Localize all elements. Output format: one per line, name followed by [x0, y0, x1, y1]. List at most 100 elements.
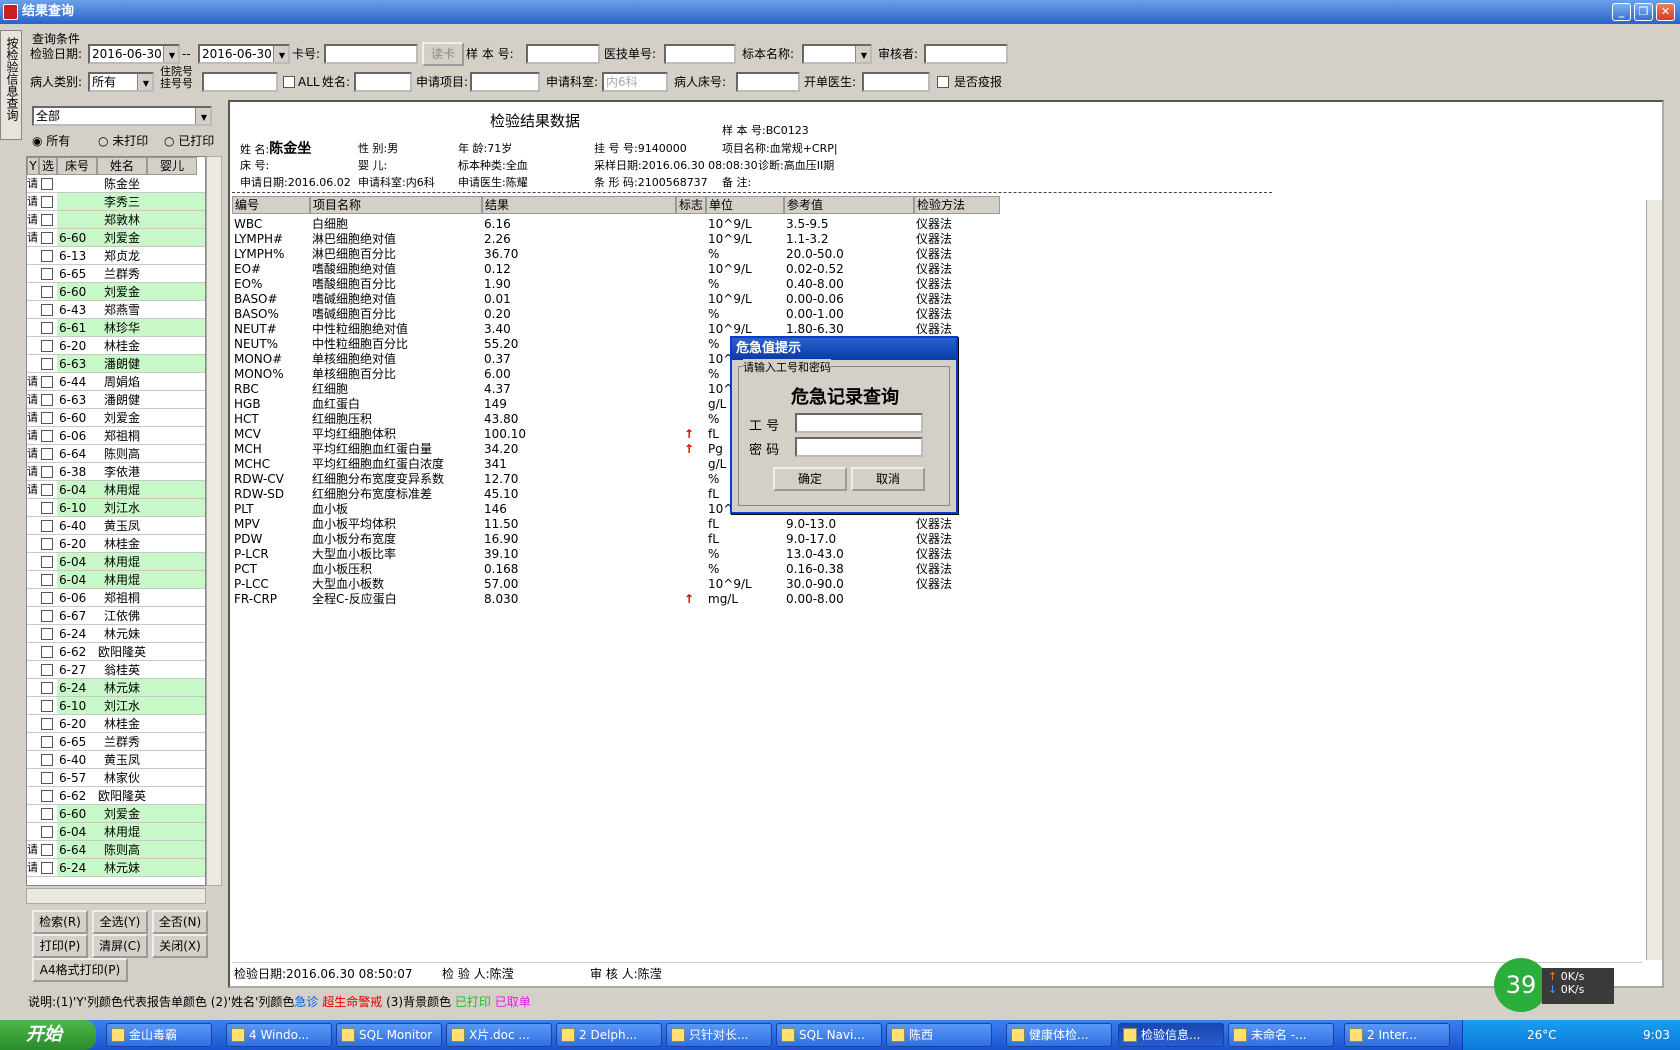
list-item[interactable]: 6-20 林桂金 — [27, 715, 205, 733]
row-checkbox[interactable] — [41, 232, 53, 244]
row-checkbox[interactable] — [41, 340, 53, 352]
row-checkbox[interactable] — [41, 628, 53, 640]
patient-type-select[interactable]: 所有 ▼ — [88, 72, 154, 92]
list-item[interactable]: 6-57 林家伙 — [27, 769, 205, 787]
table-row[interactable]: MPV 血小板平均体积 11.50 fL 9.0-13.0 仪器法 — [230, 516, 1230, 532]
select-all-button[interactable]: 全选(Y) — [92, 910, 148, 934]
row-checkbox[interactable] — [41, 808, 53, 820]
patient-list-scrollbar[interactable] — [206, 156, 222, 886]
list-item[interactable]: 6-04 林用焜 — [27, 571, 205, 589]
table-row[interactable]: EO# 嗜酸细胞绝对值 0.12 10^9/L 0.02-0.52 仪器法 — [230, 261, 1230, 277]
radio-0[interactable]: ◉ 所有 — [32, 132, 70, 149]
taskbar-item[interactable]: 2 Inter... — [1344, 1023, 1450, 1047]
row-checkbox[interactable] — [41, 844, 53, 856]
radio-1[interactable]: ○ 未打印 — [98, 132, 148, 149]
table-row[interactable]: LYMPH# 淋巴细胞绝对值 2.26 10^9/L 1.1-3.2 仪器法 — [230, 231, 1230, 247]
taskbar-item[interactable]: 健康体检... — [1006, 1023, 1112, 1047]
taskbar-item[interactable]: 4 Windo... — [226, 1023, 332, 1047]
list-item[interactable]: 请 6-24 林元妹 — [27, 859, 205, 877]
list-item[interactable]: 请 6-64 陈则高 — [27, 445, 205, 463]
read-card-button[interactable]: 读卡 — [422, 42, 464, 66]
row-checkbox[interactable] — [41, 592, 53, 604]
taskbar-item[interactable]: SQL Navi... — [776, 1023, 882, 1047]
list-item[interactable]: 6-65 兰群秀 — [27, 265, 205, 283]
row-checkbox[interactable] — [41, 178, 53, 190]
row-checkbox[interactable] — [41, 772, 53, 784]
filter-select[interactable]: 全部 ▼ — [32, 106, 212, 126]
row-checkbox[interactable] — [41, 700, 53, 712]
request-item-input[interactable] — [470, 72, 540, 92]
list-item[interactable]: 6-20 林桂金 — [27, 337, 205, 355]
taskbar-item[interactable]: 2 Delph... — [556, 1023, 662, 1047]
date-from-select[interactable]: 2016-06-30 ▼ — [88, 44, 180, 64]
taskbar-item[interactable]: 只针对长... — [666, 1023, 772, 1047]
table-row[interactable]: LYMPH% 淋巴细胞百分比 36.70% 20.0-50.0 仪器法 — [230, 246, 1230, 262]
table-row[interactable]: NEUT# 中性粒细胞绝对值 3.40 10^9/L 1.80-6.30 仪器法 — [230, 321, 1230, 337]
col-method[interactable]: 检验方法 — [914, 196, 1000, 214]
list-item[interactable]: 6-04 林用焜 — [27, 823, 205, 841]
col-code[interactable]: 编号 — [232, 196, 310, 214]
list-item[interactable]: 请 郑敦林 — [27, 211, 205, 229]
list-item[interactable]: 6-24 林元妹 — [27, 625, 205, 643]
patient-list[interactable]: Y 选 床号 姓名 婴儿 请陈金坐请李秀三请郑敦林请 6-60 刘爱金 6-13 郑贞龙… — [26, 156, 206, 886]
row-checkbox[interactable] — [41, 736, 53, 748]
name-input[interactable] — [354, 72, 412, 92]
close-button[interactable]: ✕ — [1656, 3, 1675, 21]
list-item[interactable]: 6-20 林桂金 — [27, 535, 205, 553]
epidemic-checkbox[interactable] — [937, 76, 949, 88]
id-input[interactable] — [795, 413, 923, 433]
bed-input[interactable] — [736, 72, 800, 92]
col-select[interactable]: 选 — [39, 157, 57, 175]
doctor-input[interactable] — [862, 72, 930, 92]
row-checkbox[interactable] — [41, 862, 53, 874]
taskbar-item[interactable]: 陈西 — [886, 1023, 992, 1047]
sample-input[interactable] — [526, 44, 600, 64]
list-item[interactable]: 6-65 兰群秀 — [27, 733, 205, 751]
restore-button[interactable]: ❐ — [1634, 3, 1653, 21]
row-checkbox[interactable] — [41, 430, 53, 442]
tech-input[interactable] — [664, 44, 736, 64]
list-item[interactable]: 6-13 郑贞龙 — [27, 247, 205, 265]
list-item[interactable]: 6-06 郑祖桐 — [27, 589, 205, 607]
report-scrollbar[interactable] — [1646, 200, 1662, 960]
list-item[interactable]: 6-04 林用焜 — [27, 553, 205, 571]
row-checkbox[interactable] — [41, 322, 53, 334]
col-bed[interactable]: 床号 — [57, 157, 97, 175]
row-checkbox[interactable] — [41, 412, 53, 424]
row-checkbox[interactable] — [41, 664, 53, 676]
request-dept-input[interactable]: 内6科 — [602, 72, 668, 92]
row-checkbox[interactable] — [41, 286, 53, 298]
password-input[interactable] — [795, 437, 923, 457]
list-item[interactable]: 6-62 欧阳隆英 — [27, 787, 205, 805]
list-item[interactable]: 6-10 刘江水 — [27, 697, 205, 715]
taskbar-item[interactable]: X片.doc ... — [446, 1023, 552, 1047]
list-item[interactable]: 请 李秀三 — [27, 193, 205, 211]
minimize-button[interactable]: _ — [1612, 3, 1631, 21]
close-panel-button[interactable]: 关闭(X) — [152, 934, 208, 958]
list-item[interactable]: 6-63 潘朗健 — [27, 355, 205, 373]
taskbar-item[interactable]: SQL Monitor — [336, 1023, 442, 1047]
clear-button[interactable]: 清屏(C) — [92, 934, 148, 958]
list-item[interactable]: 请 6-44 周娟焰 — [27, 373, 205, 391]
list-item[interactable]: 请 6-63 潘朗健 — [27, 391, 205, 409]
table-row[interactable]: PDW 血小板分布宽度 16.90 fL 9.0-17.0 仪器法 — [230, 531, 1230, 547]
list-item[interactable]: 6-40 黄玉凤 — [27, 517, 205, 535]
row-checkbox[interactable] — [41, 304, 53, 316]
search-button[interactable]: 检索(R) — [32, 910, 88, 934]
list-item[interactable]: 请 6-04 林用焜 — [27, 481, 205, 499]
row-checkbox[interactable] — [41, 376, 53, 388]
table-row[interactable]: WBC 白细胞 6.16 10^9/L 3.5-9.5 仪器法 — [230, 216, 1230, 232]
ok-button[interactable]: 确定 — [773, 467, 847, 491]
row-checkbox[interactable] — [41, 646, 53, 658]
list-item[interactable]: 6-24 林元妹 — [27, 679, 205, 697]
row-checkbox[interactable] — [41, 610, 53, 622]
list-item[interactable]: 请 陈金坐 — [27, 175, 205, 193]
col-baby[interactable]: 婴儿 — [147, 157, 197, 175]
specimen-select[interactable]: ▼ — [802, 44, 872, 64]
table-row[interactable]: P-LCC 大型血小板数 57.00 10^9/L 30.0-90.0 仪器法 — [230, 576, 1230, 592]
row-checkbox[interactable] — [41, 358, 53, 370]
table-row[interactable]: BASO# 嗜碱细胞绝对值 0.01 10^9/L 0.00-0.06 仪器法 — [230, 291, 1230, 307]
row-checkbox[interactable] — [41, 538, 53, 550]
row-checkbox[interactable] — [41, 682, 53, 694]
side-tab-query[interactable]: 按检验信息查询 — [0, 30, 22, 140]
